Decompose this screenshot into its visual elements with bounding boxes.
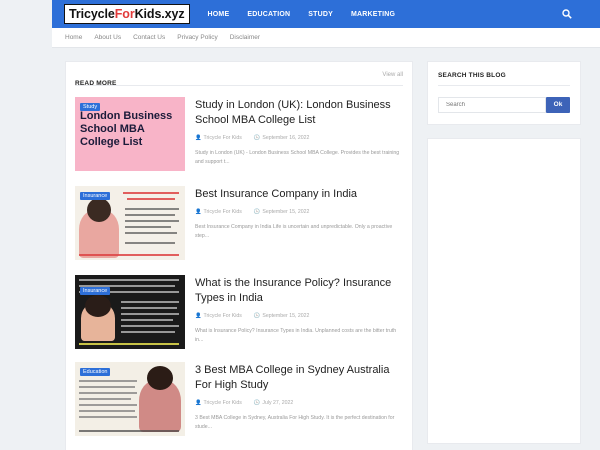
logo-text-part2: For [114,7,135,21]
post-date: September 16, 2022 [262,135,310,141]
author-icon: 👤 [195,135,202,141]
author-icon: 👤 [195,400,202,406]
post-thumbnail[interactable]: Insurance [75,186,185,260]
thumbnail-text: London Business School MBA College List [80,110,173,148]
post-date: September 15, 2022 [262,313,310,319]
logo-text-part3: Kids.xyz [134,7,185,21]
post-thumbnail[interactable]: Study London Business School MBA College… [75,97,185,171]
post-title[interactable]: Best Insurance Company in India [195,187,407,202]
page-links-bar: Home About Us Contact Us Privacy Policy … [52,28,600,48]
view-all-link[interactable]: View all [382,72,403,78]
top-navbar: Tricycle For Kids.xyz HOME EDUCATION STUDY… [52,0,600,28]
divider [438,85,570,86]
subnav-home[interactable]: Home [65,34,82,41]
search-widget: SEARCH THIS BLOG Ok [427,61,581,125]
post-title[interactable]: Study in London (UK): London Business Sc… [195,98,407,128]
post-snippet: What is Insurance Policy? Insurance Type… [195,328,397,343]
thumbnail-hair [87,198,111,222]
category-badge[interactable]: Insurance [80,287,111,295]
nav-item-home[interactable]: HOME [208,11,230,18]
post-item[interactable]: Insurance Best Insurance Company in Indi… [75,186,407,262]
post-snippet: Best Insurance Company in India Life is … [195,224,393,239]
post-author[interactable]: Tricycle For Kids [203,313,241,319]
post-meta: 👤 Tricycle For Kids 🕒 September 16, 2022 [195,135,321,141]
site-logo[interactable]: Tricycle For Kids.xyz [64,4,190,24]
post-meta: 👤 Tricycle For Kids 🕒 September 15, 2022 [195,313,321,319]
subnav-disclaimer[interactable]: Disclaimer [230,34,260,41]
post-thumbnail[interactable]: Education [75,362,185,436]
thumbnail-hair [85,295,111,317]
clock-icon: 🕒 [253,313,261,319]
main-nav: HOME EDUCATION STUDY MARKETING [208,11,414,18]
post-snippet: Study in London (UK) - London Business S… [195,150,400,165]
clock-icon: 🕒 [253,209,261,215]
post-title[interactable]: 3 Best MBA College in Sydney Australia F… [195,363,407,393]
post-author[interactable]: Tricycle For Kids [203,400,241,406]
post-meta: 👤 Tricycle For Kids 🕒 September 15, 2022 [195,209,321,215]
nav-item-marketing[interactable]: MARKETING [351,11,395,18]
post-snippet: 3 Best MBA College in Sydney, Australia … [195,415,395,430]
nav-item-education[interactable]: EDUCATION [247,11,290,18]
post-author[interactable]: Tricycle For Kids [203,209,241,215]
thumbnail-hair [147,366,173,390]
clock-icon: 🕒 [253,400,261,406]
clock-icon: 🕒 [253,135,261,141]
author-icon: 👤 [195,313,202,319]
nav-item-study[interactable]: STUDY [308,11,333,18]
logo-text-part1: Tricycle [69,7,115,21]
category-badge[interactable]: Insurance [80,192,111,200]
post-item[interactable]: Education 3 Best MBA College in Sydney A… [75,362,407,438]
post-title[interactable]: What is the Insurance Policy? Insurance … [195,276,407,306]
post-meta: 👤 Tricycle For Kids 🕒 July 27, 2022 [195,400,305,406]
post-author[interactable]: Tricycle For Kids [203,135,241,141]
subnav-privacy-policy[interactable]: Privacy Policy [177,34,217,41]
post-thumbnail[interactable]: Insurance [75,275,185,349]
post-date: July 27, 2022 [262,400,294,406]
category-badge[interactable]: Education [80,368,111,376]
search-icon[interactable] [562,9,572,19]
read-more-section: READ MORE View all Study London Business… [65,61,413,450]
blog-search-input[interactable] [438,97,546,113]
subnav-contact-us[interactable]: Contact Us [133,34,165,41]
sidebar-widget-empty [427,138,581,444]
author-icon: 👤 [195,209,202,215]
divider [75,85,403,86]
post-item[interactable]: Study London Business School MBA College… [75,97,407,173]
section-header: READ MORE View all [75,72,403,87]
post-item[interactable]: Insurance What is the Insurance Policy? … [75,275,407,351]
subnav-about-us[interactable]: About Us [94,34,121,41]
search-submit-button[interactable]: Ok [546,97,570,113]
post-date: September 15, 2022 [262,209,310,215]
widget-title: SEARCH THIS BLOG [438,72,506,79]
